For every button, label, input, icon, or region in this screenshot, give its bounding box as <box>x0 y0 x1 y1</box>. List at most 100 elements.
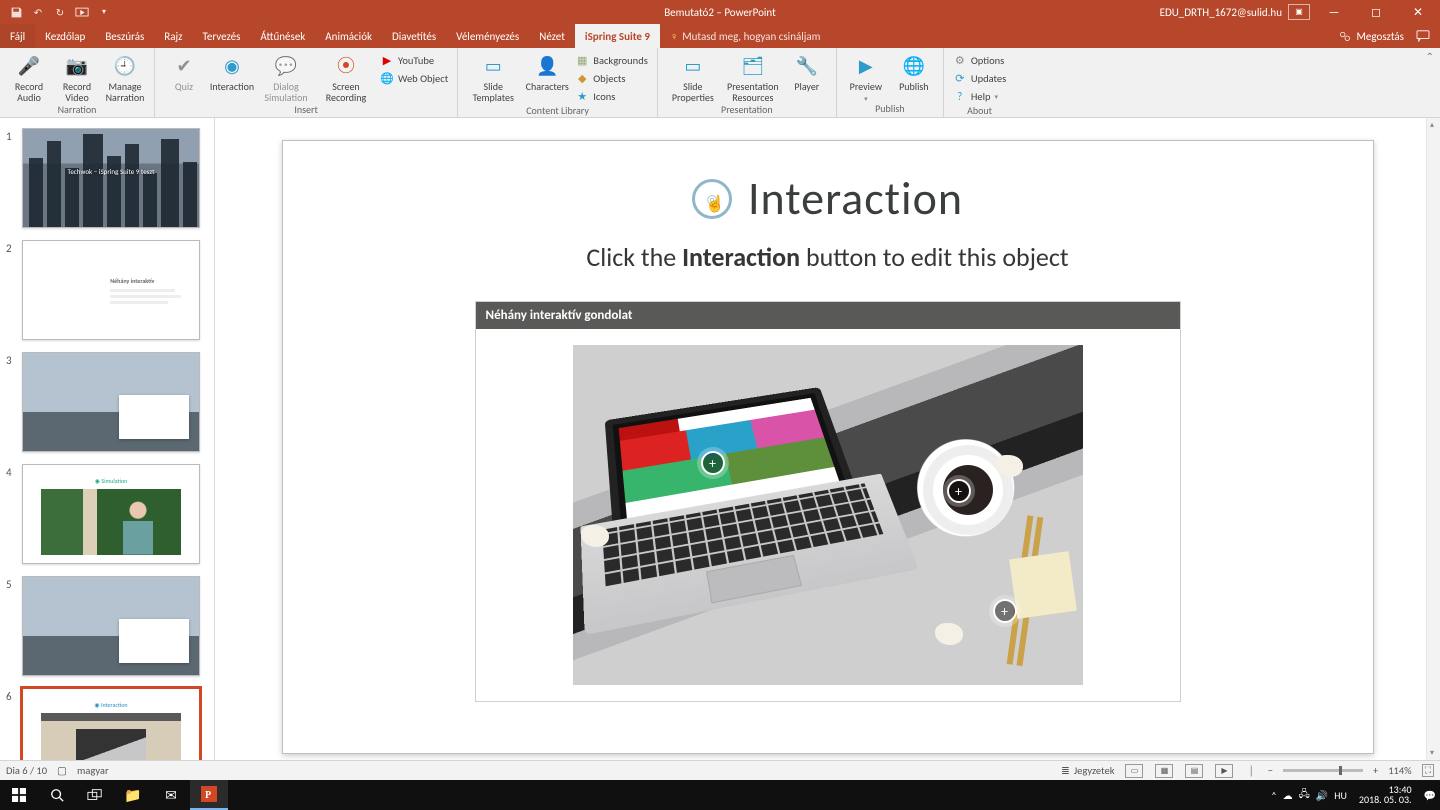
publish-icon: 🌐 <box>900 52 928 80</box>
slide-thumbnails-panel[interactable]: 1 Techwok – iSpring Suite 9 teszt 2 Néhá… <box>0 118 215 760</box>
interaction-heading: ◎ Interaction <box>692 171 963 227</box>
slide-thumbnail-5[interactable] <box>22 576 200 676</box>
maximize-button[interactable]: ◻ <box>1358 0 1394 24</box>
record-audio-button[interactable]: 🎤 Record Audio <box>6 50 52 103</box>
manage-narration-button[interactable]: 🕘 Manage Narration <box>102 50 148 103</box>
volume-icon[interactable]: 🔊 <box>1316 789 1328 802</box>
tab-transitions[interactable]: Áttűnések <box>250 24 315 48</box>
clock[interactable]: 13:40 2018. 05. 03. <box>1353 785 1418 806</box>
slide-properties-label: Slide Properties <box>664 82 722 103</box>
tab-view[interactable]: Nézet <box>529 24 575 48</box>
undo-icon[interactable]: ↶ <box>30 4 46 20</box>
notes-button[interactable]: ≣ Jegyzetek <box>1061 764 1114 777</box>
slide-editor[interactable]: ◎ Interaction Click the Interaction butt… <box>215 118 1440 760</box>
thumb-1-title: Techwok – iSpring Suite 9 teszt <box>23 167 199 176</box>
interaction-button[interactable]: ◉ Interaction <box>209 50 255 93</box>
search-button[interactable] <box>38 780 76 810</box>
slide-counter[interactable]: Dia 6 / 10 <box>6 764 47 777</box>
onedrive-icon[interactable]: ☁ <box>1283 789 1293 802</box>
slide-thumbnail-3[interactable] <box>22 352 200 452</box>
options-label: Options <box>971 54 1004 67</box>
sub-bold: Interaction <box>682 241 800 273</box>
tab-review[interactable]: Véleményezés <box>446 24 529 48</box>
dialog-simulation-button[interactable]: 💬 Dialog Simulation <box>257 50 315 103</box>
slideshow-button[interactable]: ▶ <box>1215 764 1233 778</box>
tell-me-search[interactable]: ♀ Mutasd meg, hogyan csináljam <box>660 24 830 48</box>
tab-ispring[interactable]: iSpring Suite 9 <box>575 24 660 48</box>
slide-thumbnail-1[interactable]: Techwok – iSpring Suite 9 teszt <box>22 128 200 228</box>
backgrounds-button[interactable]: ▦ Backgrounds <box>572 52 651 68</box>
close-button[interactable]: ✕ <box>1400 0 1436 24</box>
minimize-button[interactable]: － <box>1316 0 1352 24</box>
mail-button[interactable]: ✉ <box>152 780 190 810</box>
task-view-button[interactable] <box>76 780 114 810</box>
slide-sorter-button[interactable]: ▦ <box>1155 764 1173 778</box>
tab-file[interactable]: Fájl <box>0 24 35 48</box>
updates-button[interactable]: ⟳ Updates <box>950 70 1009 86</box>
spellcheck-icon[interactable]: ▢ <box>57 764 67 777</box>
preview-button[interactable]: ▶ Preview ▾ <box>843 50 889 102</box>
normal-view-button[interactable]: ▭ <box>1125 764 1143 778</box>
network-icon[interactable]: 🖧 <box>1299 787 1310 804</box>
comments-icon[interactable] <box>1416 30 1430 42</box>
icons-button[interactable]: ★ Icons <box>572 88 651 104</box>
slide-thumbnail-2[interactable]: Néhány interaktív <box>22 240 200 340</box>
zoom-in-button[interactable]: + <box>1373 764 1378 777</box>
current-slide[interactable]: ◎ Interaction Click the Interaction butt… <box>282 140 1374 754</box>
youtube-button[interactable]: ▶ YouTube <box>377 52 451 68</box>
notes-label: Jegyzetek <box>1074 764 1115 777</box>
hotspot-3[interactable]: + <box>993 599 1017 623</box>
hotspot-1[interactable]: + <box>701 451 725 475</box>
system-tray[interactable]: ˄ ☁ 🖧 🔊 HU 13:40 2018. 05. 03. 💬 <box>1271 785 1440 806</box>
zoom-out-button[interactable]: − <box>1268 764 1273 777</box>
file-explorer-button[interactable]: 📁 <box>114 780 152 810</box>
share-button[interactable]: Megosztás <box>1339 24 1440 48</box>
fit-to-window-button[interactable]: ⛶ <box>1422 764 1434 777</box>
group-content-library-label: Content Library <box>464 104 651 119</box>
hotspot-2[interactable]: + <box>947 479 971 503</box>
record-video-button[interactable]: 📷 Record Video <box>54 50 100 103</box>
tray-overflow-icon[interactable]: ˄ <box>1271 789 1276 802</box>
updates-icon: ⟳ <box>953 71 967 85</box>
tab-slideshow[interactable]: Diavetítés <box>382 24 446 48</box>
tab-insert[interactable]: Beszúrás <box>95 24 154 48</box>
ribbon: 🎤 Record Audio 📷 Record Video 🕘 Manage N… <box>0 48 1440 118</box>
options-button[interactable]: ⚙ Options <box>950 52 1009 68</box>
save-icon[interactable] <box>8 4 24 20</box>
action-center-icon[interactable]: 💬 <box>1424 789 1436 802</box>
slide-templates-button[interactable]: ▭ Slide Templates <box>464 50 522 103</box>
thumb-row: 5 <box>6 576 212 676</box>
language-indicator[interactable]: HU <box>1334 789 1347 802</box>
zoom-slider[interactable] <box>1283 769 1363 772</box>
objects-button[interactable]: ◆ Objects <box>572 70 651 86</box>
ribbon-display-options-icon[interactable]: ▣ <box>1288 4 1310 20</box>
help-button[interactable]: ? Help ▾ <box>950 88 1009 104</box>
account-label[interactable]: EDU_DRTH_1672@sulid.hu <box>1160 6 1282 19</box>
slide-thumbnail-4[interactable]: ◉ Simulation <box>22 464 200 564</box>
tab-home[interactable]: Kezdőlap <box>35 24 95 48</box>
tab-design[interactable]: Tervezés <box>193 24 251 48</box>
slide-properties-button[interactable]: ▭ Slide Properties <box>664 50 722 103</box>
slide-scrollbar[interactable] <box>1426 118 1440 760</box>
slide-thumbnail-6[interactable]: ◉ Interaction <box>22 688 200 760</box>
quiz-icon: ✔︎ <box>170 52 198 80</box>
player-button[interactable]: 🔧 Player <box>784 50 830 93</box>
start-from-beginning-icon[interactable] <box>74 4 90 20</box>
qat-more-icon[interactable]: ▾ <box>96 4 112 20</box>
language-label[interactable]: magyar <box>77 764 109 777</box>
characters-button[interactable]: 👤 Characters <box>524 50 570 93</box>
tab-draw[interactable]: Rajz <box>154 24 192 48</box>
screen-recording-button[interactable]: ⦿ Screen Recording <box>317 50 375 103</box>
web-object-button[interactable]: 🌐 Web Object <box>377 70 451 86</box>
powerpoint-taskbar-button[interactable]: P <box>190 780 228 810</box>
group-presentation-label: Presentation <box>664 103 830 118</box>
reading-view-button[interactable]: ▤ <box>1185 764 1203 778</box>
interaction-viewer: Néhány interaktív gondolat TECHWOK <box>475 301 1181 702</box>
quiz-button[interactable]: ✔︎ Quiz <box>161 50 207 93</box>
presentation-resources-button[interactable]: 🗂 Presentation Resources <box>724 50 782 103</box>
publish-button[interactable]: 🌐 Publish <box>891 50 937 93</box>
start-button[interactable] <box>0 780 38 810</box>
tab-animations[interactable]: Animációk <box>315 24 382 48</box>
redo-icon[interactable]: ↻ <box>52 4 68 20</box>
zoom-level[interactable]: 114% <box>1388 764 1411 777</box>
